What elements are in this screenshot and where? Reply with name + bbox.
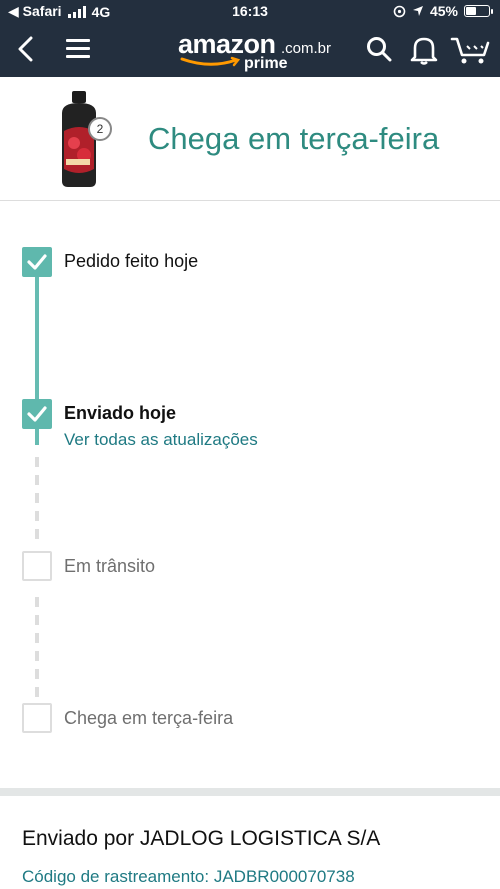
step-label-shipped: Enviado hoje: [64, 403, 177, 423]
delivery-headline: Chega em terça-feira: [148, 121, 440, 156]
tracking-timeline: Pedido feito hoje Enviado hoje Ver todas…: [0, 201, 500, 788]
carrier-text: Enviado por JADLOG LOGISTICA S/A: [22, 827, 381, 850]
check-icon: [27, 254, 47, 270]
item-count-badge: 2: [88, 117, 112, 141]
cart-icon[interactable]: [450, 35, 490, 65]
delivery-summary: 2 Chega em terça-feira: [0, 77, 500, 201]
section-divider: [0, 788, 500, 796]
status-bar: ◀ Safari 4G 16:13 45%: [0, 0, 500, 24]
logo-prime: prime: [244, 55, 288, 72]
step-label-in-transit: Em trânsito: [64, 556, 156, 576]
menu-icon[interactable]: [66, 38, 90, 58]
amazon-nav: amazon .com.br prime: [0, 24, 500, 77]
bell-icon[interactable]: [410, 35, 438, 65]
amazon-logo[interactable]: amazon .com.br prime: [178, 30, 332, 72]
tracking-code-link[interactable]: Código de rastreamento: JADBR000070738: [22, 867, 355, 887]
logo-domain: .com.br: [281, 40, 332, 57]
pending-line-1: [35, 457, 39, 545]
step-label-arrives: Chega em terça-feira: [64, 708, 234, 728]
step-checkbox-in-transit: [22, 551, 52, 581]
step-label-ordered: Pedido feito hoje: [64, 251, 199, 271]
search-icon[interactable]: [366, 36, 392, 62]
screen-rotation-icon: [393, 5, 406, 17]
battery-percent: 45%: [429, 3, 458, 19]
smile-arrow-icon: [180, 56, 241, 67]
check-icon: [27, 406, 47, 422]
step-checkbox-ordered: [22, 247, 52, 277]
step-checkbox-arrives: [22, 703, 52, 733]
back-icon[interactable]: [17, 36, 35, 62]
battery-icon: [464, 5, 493, 17]
view-all-updates-link[interactable]: Ver todas as atualizações: [64, 430, 258, 450]
step-checkbox-shipped: [22, 399, 52, 429]
pending-line-2: [35, 597, 39, 699]
location-icon: [412, 6, 423, 16]
top-bar: ◀ Safari 4G 16:13 45% amazon .com.br pri…: [0, 0, 500, 77]
